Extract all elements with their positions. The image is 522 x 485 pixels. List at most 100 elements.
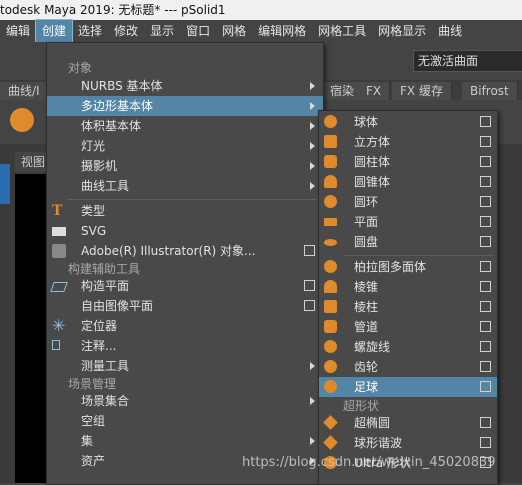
menu-curves[interactable]: 曲线 xyxy=(432,20,468,42)
shelf-tab-fx-cache[interactable]: FX 缓存 xyxy=(392,82,452,100)
menu-item-construction-plane[interactable]: 构造平面 xyxy=(47,276,323,296)
create-menu: 对象 NURBS 基本体 多边形基本体 体积基本体 灯光 摄影机 曲线工具 T … xyxy=(46,42,324,485)
submenu-arrow-icon xyxy=(310,102,315,110)
pipe-icon xyxy=(324,320,337,333)
submenu-item-cube[interactable]: 立方体 xyxy=(319,132,497,152)
window-title: todesk Maya 2019: 无标题* --- pSolid1 xyxy=(0,3,226,17)
section-construction-aids: 构建辅助工具 xyxy=(68,262,141,276)
submenu-item-gear[interactable]: 齿轮 xyxy=(319,357,497,377)
option-box[interactable] xyxy=(480,261,491,272)
active-surface-field[interactable]: 无激活曲面 xyxy=(413,50,522,72)
shelf-tab-render[interactable]: 宿染 xyxy=(322,82,364,100)
option-box[interactable] xyxy=(480,116,491,127)
menu-edit[interactable]: 编辑 xyxy=(0,20,36,42)
submenu-item-sphere[interactable]: 球体 xyxy=(319,112,497,132)
submenu-arrow-icon xyxy=(310,162,315,170)
menu-item-svg[interactable]: SVG xyxy=(47,221,323,241)
sphere-icon xyxy=(324,115,337,128)
plane-icon xyxy=(324,218,337,226)
submenu-item-plane[interactable]: 平面 xyxy=(319,212,497,232)
tool-box xyxy=(0,144,12,483)
watermark: https://blog.csdn.net/weixin_45020839 xyxy=(242,455,496,470)
option-box[interactable] xyxy=(480,341,491,352)
menu-item-cameras[interactable]: 摄影机 xyxy=(47,156,323,176)
section-objects: 对象 xyxy=(68,61,93,75)
menu-item-illustrator[interactable]: Adobe(R) Illustrator(R) 对象... xyxy=(47,241,323,261)
menu-mesh-tools[interactable]: 网格工具 xyxy=(312,20,372,42)
menu-item-empty-group[interactable]: 空组 xyxy=(47,411,323,431)
menu-display[interactable]: 显示 xyxy=(144,20,180,42)
menu-mesh-display[interactable]: 网格显示 xyxy=(372,20,432,42)
menu-modify[interactable]: 修改 xyxy=(108,20,144,42)
submenu-item-prism[interactable]: 棱柱 xyxy=(319,297,497,317)
option-box[interactable] xyxy=(480,216,491,227)
submenu-item-torus[interactable]: 圆环 xyxy=(319,192,497,212)
sphere-shelf-icon[interactable] xyxy=(10,108,34,132)
cube-icon xyxy=(324,135,337,148)
svg-icon xyxy=(52,227,66,236)
shelf-tab-bifrost[interactable]: Bifrost xyxy=(462,82,518,100)
plane-icon xyxy=(50,282,68,292)
option-box[interactable] xyxy=(304,280,315,291)
menu-item-polygon[interactable]: 多边形基本体 xyxy=(47,96,323,116)
helix-icon xyxy=(324,340,337,353)
menu-divider xyxy=(344,255,494,256)
shelf-tab-curves[interactable]: 曲线/I xyxy=(0,82,49,100)
type-icon: T xyxy=(52,203,63,219)
menu-window[interactable]: 窗口 xyxy=(180,20,216,42)
submenu-arrow-icon xyxy=(310,182,315,190)
option-box[interactable] xyxy=(480,437,491,448)
menu-mesh[interactable]: 网格 xyxy=(216,20,252,42)
option-box[interactable] xyxy=(480,301,491,312)
illustrator-icon xyxy=(52,244,66,258)
option-box[interactable] xyxy=(480,156,491,167)
menu-create[interactable]: 创建 xyxy=(35,19,74,43)
submenu-item-pipe[interactable]: 管道 xyxy=(319,317,497,337)
option-box[interactable] xyxy=(480,136,491,147)
menu-item-free-image-plane[interactable]: 自由图像平面 xyxy=(47,296,323,316)
submenu-item-platonic[interactable]: 柏拉图多面体 xyxy=(319,257,497,277)
menu-item-sets[interactable]: 集 xyxy=(47,431,323,451)
polygon-primitives-submenu: 球体 立方体 圆柱体 圆锥体 圆环 平面 圆盘 柏拉图多面体 棱锥 棱柱 管道 … xyxy=(318,110,498,485)
menu-item-type[interactable]: T 类型 xyxy=(47,201,323,221)
shelf-tab-fx[interactable]: FX xyxy=(358,82,391,100)
submenu-item-spherical-harmonics[interactable]: 球形谐波 xyxy=(319,433,497,453)
menu-item-scene-assembly[interactable]: 场景集合 xyxy=(47,391,323,411)
menu-item-lights[interactable]: 灯光 xyxy=(47,136,323,156)
submenu-item-cylinder[interactable]: 圆柱体 xyxy=(319,152,497,172)
submenu-item-soccer-ball[interactable]: 足球 xyxy=(319,377,497,397)
submenu-item-superellipse[interactable]: 超椭圆 xyxy=(319,413,497,433)
menu-item-volume[interactable]: 体积基本体 xyxy=(47,116,323,136)
submenu-item-helix[interactable]: 螺旋线 xyxy=(319,337,497,357)
submenu-item-cone[interactable]: 圆锥体 xyxy=(319,172,497,192)
pyramid-icon xyxy=(324,280,337,293)
submenu-arrow-icon xyxy=(310,362,315,370)
menu-item-measure-tools[interactable]: 测量工具 xyxy=(47,356,323,376)
menu-item-annotation[interactable]: 注释... xyxy=(47,336,323,356)
option-box[interactable] xyxy=(480,176,491,187)
option-box[interactable] xyxy=(480,417,491,428)
select-tool-icon[interactable] xyxy=(0,164,10,204)
menu-item-nurbs[interactable]: NURBS 基本体 xyxy=(47,76,323,96)
option-box[interactable] xyxy=(480,361,491,372)
option-box[interactable] xyxy=(304,300,315,311)
menu-item-curve-tools[interactable]: 曲线工具 xyxy=(47,176,323,196)
option-box[interactable] xyxy=(480,381,491,392)
option-box[interactable] xyxy=(480,321,491,332)
option-box[interactable] xyxy=(480,281,491,292)
option-box[interactable] xyxy=(480,196,491,207)
cone-icon xyxy=(324,175,337,188)
submenu-item-pyramid[interactable]: 棱锥 xyxy=(319,277,497,297)
option-box[interactable] xyxy=(304,245,315,256)
submenu-arrow-icon xyxy=(310,437,315,445)
window-title-bar: todesk Maya 2019: 无标题* --- pSolid1 xyxy=(0,0,522,20)
menu-edit-mesh[interactable]: 编辑网格 xyxy=(252,20,312,42)
submenu-arrow-icon xyxy=(310,82,315,90)
menu-item-locator[interactable]: ✳ 定位器 xyxy=(47,316,323,336)
section-superformula: 超形状 xyxy=(343,399,380,413)
prism-icon xyxy=(324,300,337,313)
menu-select[interactable]: 选择 xyxy=(72,20,108,42)
menu-divider xyxy=(67,199,317,200)
submenu-item-disc[interactable]: 圆盘 xyxy=(319,232,497,252)
option-box[interactable] xyxy=(480,236,491,247)
